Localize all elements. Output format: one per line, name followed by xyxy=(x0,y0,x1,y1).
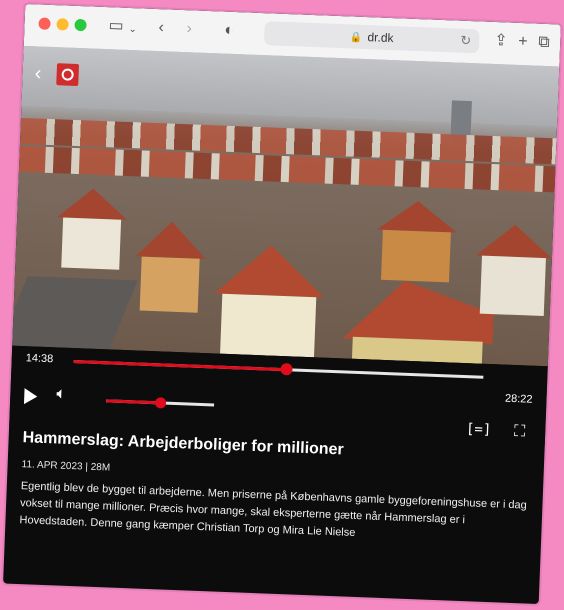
sidebar-icon[interactable]: ▭ xyxy=(108,16,124,37)
video-house xyxy=(55,187,128,270)
program-info: Hammerslag: Arbejderboliger for millione… xyxy=(19,429,530,548)
volume-slider[interactable] xyxy=(106,397,215,409)
close-window-button[interactable] xyxy=(38,17,51,30)
volume-handle[interactable] xyxy=(154,397,167,409)
subtitles-icon[interactable]: [=] xyxy=(466,421,492,438)
video-house xyxy=(342,278,495,364)
tabs-overview-icon[interactable]: ⧉ xyxy=(538,33,550,53)
maximize-window-button[interactable] xyxy=(74,18,87,32)
lock-icon: 🔒 xyxy=(349,32,363,44)
play-icon[interactable] xyxy=(23,388,38,405)
video-house xyxy=(375,200,458,283)
channel-logo xyxy=(56,63,80,87)
share-icon[interactable]: ⇪ xyxy=(494,31,508,51)
forward-icon[interactable]: › xyxy=(186,19,192,39)
minimize-window-button[interactable] xyxy=(56,18,69,31)
address-bar[interactable]: 🔒 dr.dk ↻ xyxy=(263,21,480,54)
new-tab-icon[interactable]: + xyxy=(518,32,528,52)
program-description: Egentlig blev de bygget til arbejderne. … xyxy=(19,480,528,539)
fullscreen-icon[interactable]: ⛶ xyxy=(514,423,526,441)
reload-icon[interactable]: ↻ xyxy=(460,29,472,53)
shield-icon[interactable]: ◐ xyxy=(224,21,234,41)
current-time: 14:38 xyxy=(25,352,54,366)
volume-icon[interactable]: 🔈︎ xyxy=(56,385,66,403)
video-house xyxy=(474,223,553,317)
total-time: 28:22 xyxy=(504,392,533,406)
progress-fill xyxy=(73,360,287,372)
video-house xyxy=(134,220,207,313)
volume-fill xyxy=(106,399,161,405)
back-arrow-icon[interactable]: ‹ xyxy=(34,62,42,85)
url-text: dr.dk xyxy=(367,30,394,46)
chevron-down-icon[interactable]: ⌄ xyxy=(128,20,137,40)
progress-bar[interactable] xyxy=(73,360,484,379)
progress-handle[interactable] xyxy=(280,363,293,376)
video-street xyxy=(12,276,138,350)
back-icon[interactable]: ‹ xyxy=(158,18,164,38)
video-house xyxy=(212,243,326,358)
browser-window: ▭ ⌄ ‹ › ◐ 🔒 dr.dk ↻ ⇪ + ⧉ ‹ 14:38 28:22 … xyxy=(3,3,561,605)
video-frame[interactable]: ‹ xyxy=(12,45,560,367)
